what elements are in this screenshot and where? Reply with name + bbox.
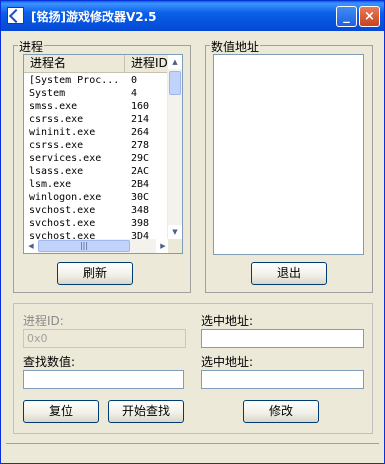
process-row[interactable]: System 4 xyxy=(24,87,170,100)
refresh-button[interactable]: 刷新 xyxy=(57,262,133,285)
address-list[interactable] xyxy=(213,54,364,255)
pid-label: 进程ID: xyxy=(23,314,64,328)
exit-button[interactable]: 退出 xyxy=(251,262,327,285)
main-window: [铭扬]游戏修改器V2.5 _ × 进程 进程名 进程ID [System Pr… xyxy=(0,0,385,464)
process-rows: [System Proc... 0 System 4 smss.exe 160 csrss.… xyxy=(24,74,170,243)
process-id-cell: 2AC xyxy=(131,166,150,177)
process-name-cell: smss.exe xyxy=(29,101,78,112)
process-list-header: 进程名 进程ID xyxy=(24,55,170,73)
scroll-left-icon[interactable]: ◀ xyxy=(24,239,38,253)
scroll-corner xyxy=(168,239,182,253)
process-row[interactable]: lsass.exe 2AC xyxy=(24,165,170,178)
process-name-cell: lsass.exe xyxy=(29,166,84,177)
app-icon xyxy=(7,7,24,24)
column-header-name[interactable]: 进程名 xyxy=(24,55,125,72)
process-id-cell: 2B4 xyxy=(131,179,150,190)
process-group-label: 进程 xyxy=(18,38,45,55)
process-row[interactable]: csrss.exe 278 xyxy=(24,139,170,152)
process-id-cell: 278 xyxy=(131,140,150,151)
process-id-cell: 0 xyxy=(131,75,138,86)
process-list[interactable]: 进程名 进程ID [System Proc... 0 System 4 smss.exe… xyxy=(23,54,183,254)
process-name-cell: lsm.exe xyxy=(29,179,72,190)
column-header-pid[interactable]: 进程ID xyxy=(125,55,170,72)
process-row[interactable]: winlogon.exe 30C xyxy=(24,191,170,204)
process-id-cell: 29C xyxy=(131,153,150,164)
process-row[interactable]: [System Proc... 0 xyxy=(24,74,170,87)
process-row[interactable]: svchost.exe 348 xyxy=(24,204,170,217)
process-name-cell: [System Proc... xyxy=(29,75,120,86)
process-name-cell: services.exe xyxy=(29,153,102,164)
process-name-cell: svchost.exe xyxy=(29,205,96,216)
process-row[interactable]: svchost.exe 398 xyxy=(24,217,170,230)
title-bar[interactable]: [铭扬]游戏修改器V2.5 _ × xyxy=(1,1,384,31)
vertical-scrollbar[interactable]: ▲ ▼ xyxy=(167,55,182,239)
process-id-cell: 4 xyxy=(131,88,138,99)
process-name-cell: csrss.exe xyxy=(29,140,84,151)
process-name-cell: svchost.exe xyxy=(29,218,96,229)
process-id-cell: 30C xyxy=(131,192,150,203)
process-name-cell: System xyxy=(29,88,66,99)
search-value-label: 查找数值: xyxy=(23,355,76,369)
close-button[interactable]: × xyxy=(359,6,380,27)
process-name-cell: csrss.exe xyxy=(29,114,84,125)
search-value-input[interactable] xyxy=(23,370,184,389)
selected-address-label-2: 选中地址: xyxy=(201,355,254,369)
selected-address-input-2[interactable] xyxy=(201,370,364,389)
modify-button[interactable]: 修改 xyxy=(243,400,319,423)
horizontal-scroll-thumb[interactable]: ||| xyxy=(38,240,130,252)
selected-address-input-1[interactable] xyxy=(201,329,364,348)
process-row[interactable]: csrss.exe 214 xyxy=(24,113,170,126)
process-name-cell: wininit.exe xyxy=(29,127,96,138)
process-id-cell: 264 xyxy=(131,127,150,138)
status-bar xyxy=(6,443,379,462)
process-id-cell: 160 xyxy=(131,101,150,112)
horizontal-scrollbar[interactable]: ◀ ||| ▶ xyxy=(24,239,170,253)
address-group-label: 数值地址 xyxy=(210,38,261,55)
reset-button[interactable]: 复位 xyxy=(23,400,99,423)
scroll-down-icon[interactable]: ▼ xyxy=(168,225,182,239)
start-search-button[interactable]: 开始查找 xyxy=(108,400,184,423)
process-row[interactable]: services.exe 29C xyxy=(24,152,170,165)
scroll-up-icon[interactable]: ▲ xyxy=(168,55,182,69)
process-id-cell: 398 xyxy=(131,218,150,229)
selected-address-label-1: 选中地址: xyxy=(201,314,254,328)
pid-field: 0x0 xyxy=(23,329,186,348)
minimize-button[interactable]: _ xyxy=(336,6,357,27)
process-row[interactable]: wininit.exe 264 xyxy=(24,126,170,139)
process-row[interactable]: lsm.exe 2B4 xyxy=(24,178,170,191)
window-title: [铭扬]游戏修改器V2.5 xyxy=(31,10,157,24)
process-row[interactable]: smss.exe 160 xyxy=(24,100,170,113)
process-id-cell: 348 xyxy=(131,205,150,216)
process-name-cell: winlogon.exe xyxy=(29,192,102,203)
process-id-cell: 214 xyxy=(131,114,150,125)
vertical-scroll-thumb[interactable] xyxy=(169,71,181,95)
